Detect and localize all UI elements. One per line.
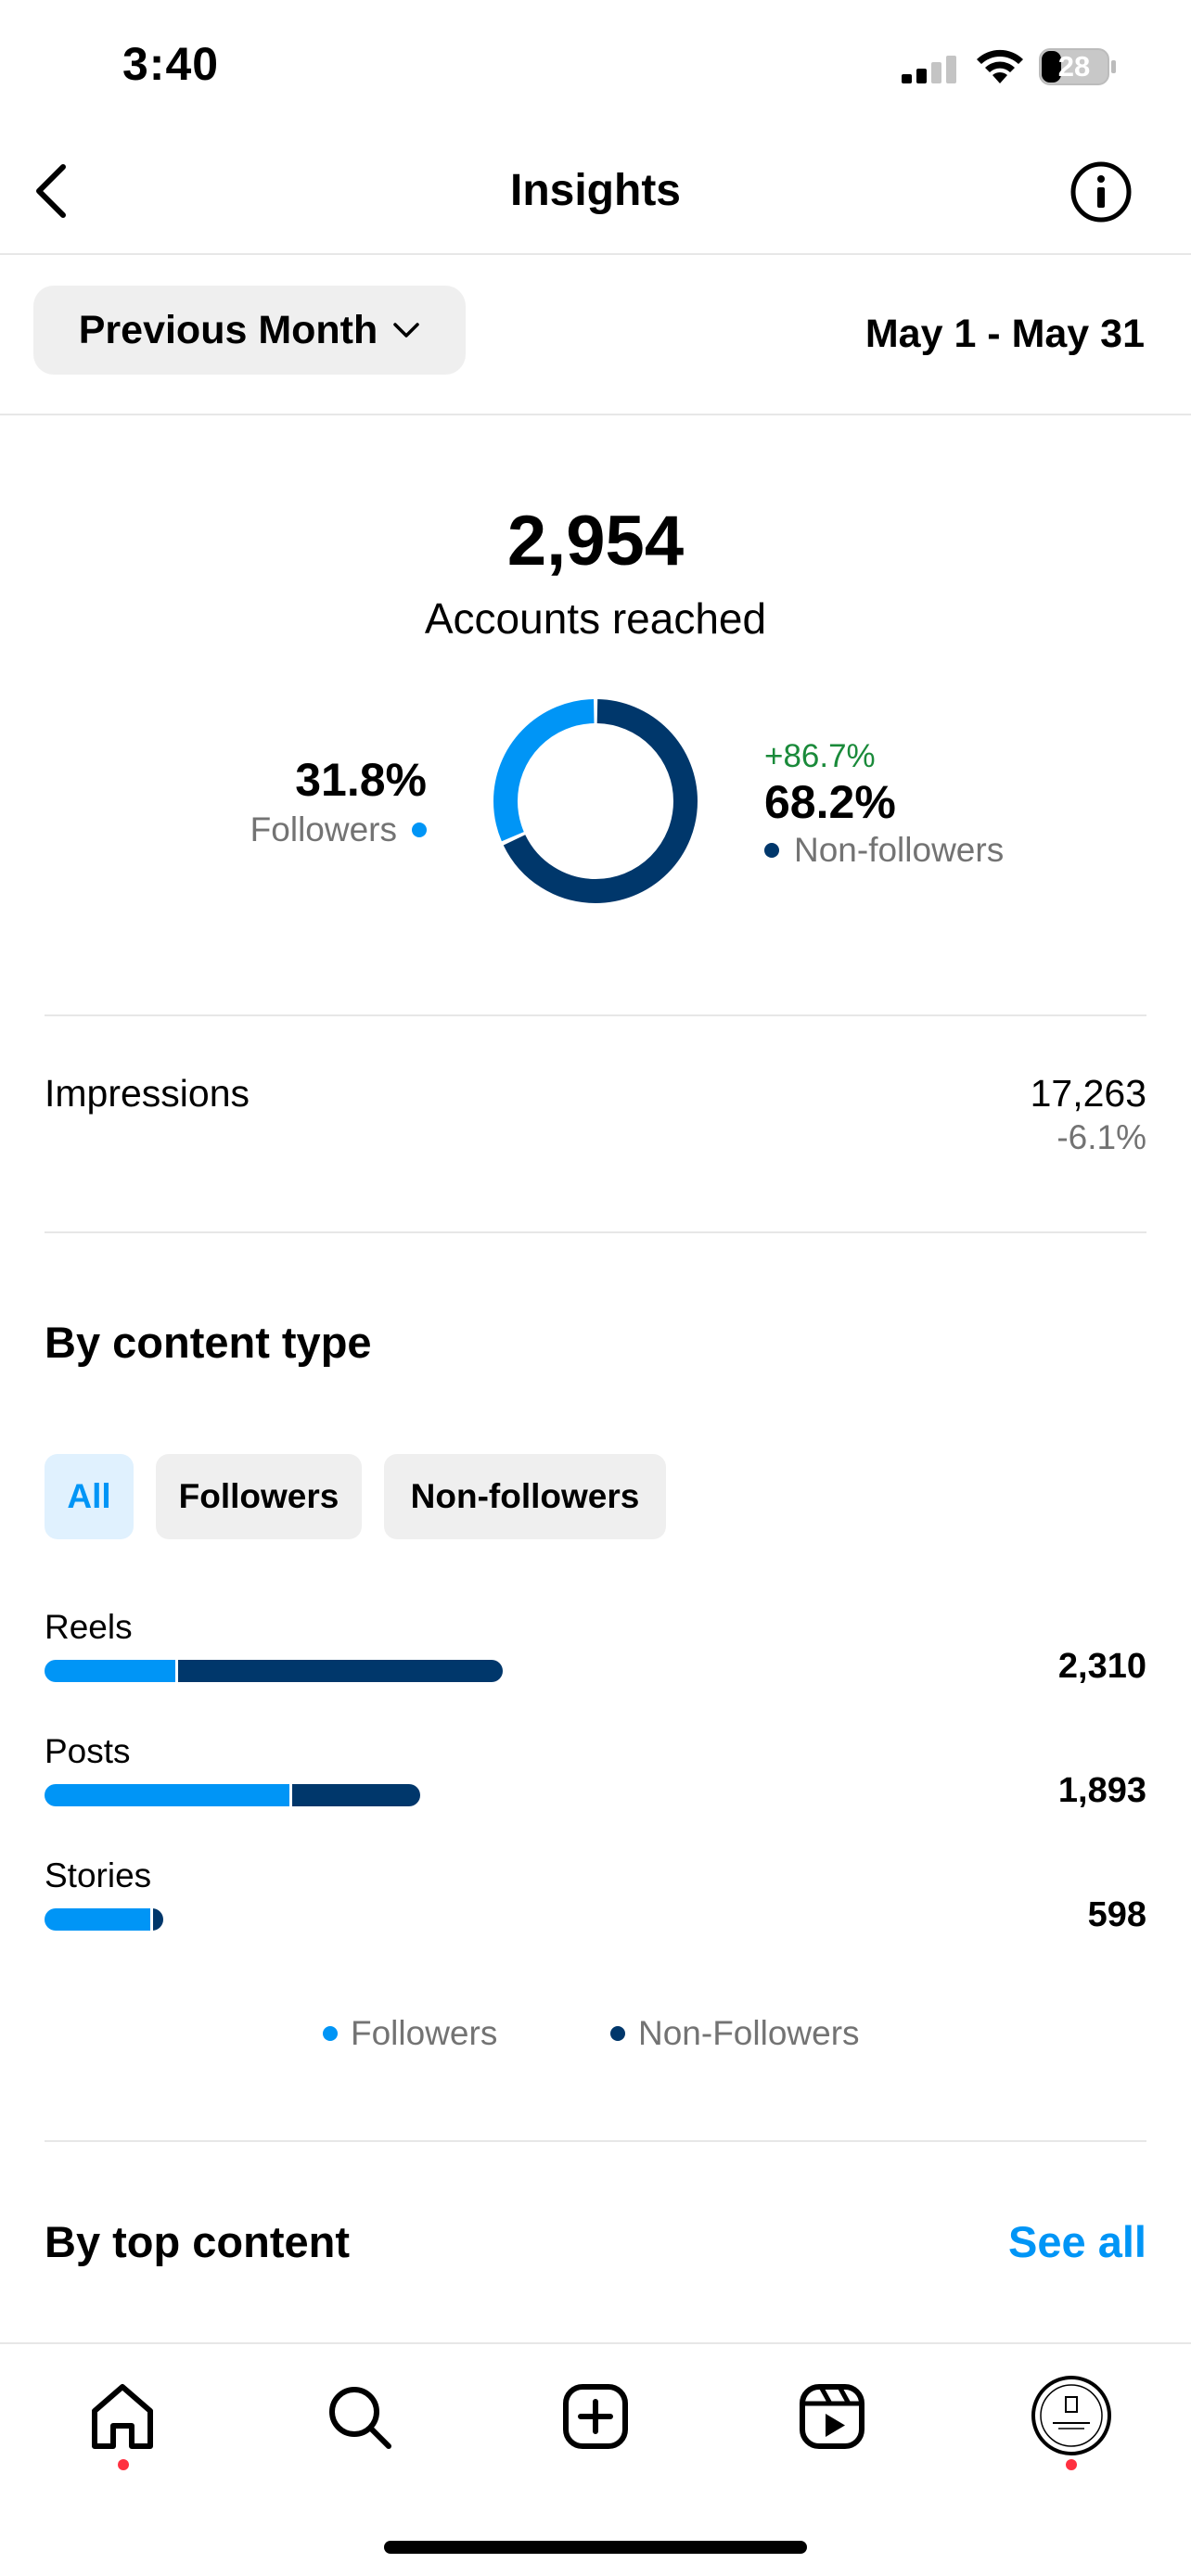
period-dropdown[interactable]: Previous Month [33,286,466,375]
legend-non-followers-label: Non-Followers [638,2014,860,2052]
home-icon [92,2384,153,2449]
non-followers-dot [764,843,779,858]
home-indicator [384,2541,807,2554]
legend-followers-dot [323,2026,338,2041]
stories-value: 598 [1087,1895,1146,1934]
stories-label: Stories [45,1856,152,1894]
filter-followers-chip[interactable]: Followers [156,1454,362,1539]
posts-bar [45,1784,420,1806]
reels-non-followers-segment [178,1660,503,1682]
impressions-divider [45,1231,1146,1233]
non-followers-percent: 68.2% [764,776,896,828]
tab-profile[interactable] [1030,2374,1113,2457]
tab-home[interactable] [85,2379,160,2454]
followers-legend: Followers [250,810,427,849]
battery-level: 28 [1057,50,1091,83]
posts-non-followers-segment [292,1784,420,1806]
info-icon[interactable] [1069,159,1133,224]
legend-followers-label: Followers [351,2014,498,2052]
reels-bar [45,1660,503,1682]
stories-bar [45,1908,163,1931]
content-type-divider [45,2140,1146,2142]
tab-bar-divider [0,2342,1191,2344]
followers-dot [412,823,427,837]
tab-create[interactable] [558,2379,633,2454]
status-time: 3:40 [122,38,220,90]
reach-donut-chart [493,699,698,903]
legend-non-followers-dot [610,2026,625,2041]
tab-reels[interactable] [795,2379,869,2454]
impressions-change: -6.1% [1057,1118,1146,1156]
filter-all-chip[interactable]: All [45,1454,134,1539]
page-title: Insights [509,166,681,215]
followers-label: Followers [250,810,397,848]
tab-search[interactable] [322,2379,396,2454]
non-followers-change: +86.7% [764,738,876,774]
cellular-signal-icon [902,56,956,83]
impressions-label: Impressions [45,1072,250,1115]
accounts-reached-value: 2,954 [506,502,685,580]
followers-percent: 31.8% [295,754,427,806]
see-all-link[interactable]: See all [1008,2216,1146,2267]
home-notification-dot [118,2459,129,2470]
impressions-value: 17,263 [1030,1072,1146,1115]
search-icon [329,2387,391,2449]
reels-value: 2,310 [1057,1647,1146,1686]
reach-divider [45,1014,1146,1016]
reels-followers-segment [45,1660,175,1682]
chevron-down-icon [393,323,420,338]
reels-icon [800,2384,864,2449]
posts-value: 1,893 [1057,1771,1146,1810]
profile-notification-dot [1066,2459,1077,2470]
content-type-title: By content type [45,1318,372,1367]
top-content-title: By top content [45,2217,350,2266]
posts-followers-segment [45,1784,289,1806]
period-divider [0,414,1191,415]
create-icon [563,2384,628,2449]
profile-avatar [1031,2376,1111,2455]
stories-followers-segment [45,1908,150,1931]
non-followers-legend: Non-followers [764,831,1004,870]
battery-indicator: 28 [1039,48,1117,85]
posts-label: Posts [45,1732,131,1770]
header-divider [0,253,1191,255]
stories-non-followers-segment [153,1908,163,1931]
wifi-icon [977,49,1023,83]
legend-followers: Followers [323,2014,497,2053]
filter-non-followers-chip[interactable]: Non-followers [384,1454,666,1539]
legend-non-followers: Non-Followers [610,2014,860,2053]
accounts-reached-label: Accounts reached [424,594,767,643]
period-label: Previous Month [78,307,378,352]
reels-label: Reels [45,1608,133,1646]
non-followers-label: Non-followers [794,831,1005,869]
date-range: May 1 - May 31 [864,312,1145,356]
